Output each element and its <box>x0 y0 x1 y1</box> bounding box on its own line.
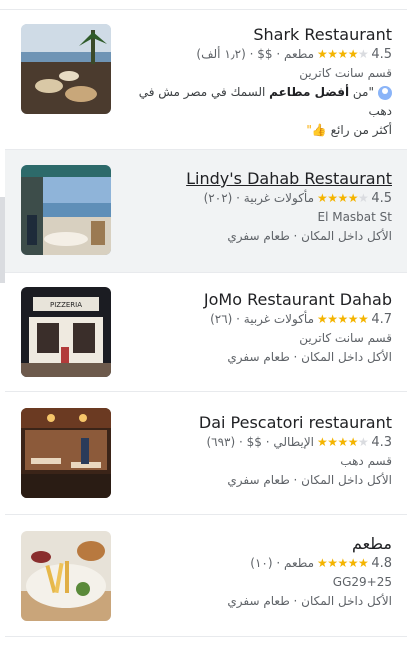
restaurant-meta: مطعم · $$ · (١٫٢ ألف) <box>196 47 315 61</box>
restaurant-area: قسم سانت كاترين <box>299 66 392 80</box>
restaurant-name[interactable]: JoMo Restaurant Dahab <box>117 289 392 310</box>
restaurant-meta: مطعم · (١٠) <box>250 556 315 570</box>
rating-value: 4.7 <box>371 312 392 327</box>
service-options: الأكل داخل المكان · طعام سفري <box>227 229 392 243</box>
service-options: الأكل داخل المكان · طعام سفري <box>227 594 392 608</box>
restaurant-meta: الإيطالي · $$ · (٦٩٣) <box>206 435 315 449</box>
restaurant-name[interactable]: Lindy's Dahab Restaurant <box>117 168 392 189</box>
restaurant-name[interactable]: مطعم <box>117 533 392 554</box>
star-rating-icon: ★★★★★ <box>317 435 369 449</box>
rating-value: 4.5 <box>371 191 392 206</box>
restaurant-photo[interactable] <box>21 408 111 498</box>
svg-text:PIZZERIA: PIZZERIA <box>50 301 82 309</box>
thumbs-up-icon: 👍" <box>306 123 327 137</box>
plus-code: GG29+25 <box>332 575 392 589</box>
user-avatar-icon <box>378 85 392 100</box>
rating-value: 4.5 <box>371 47 392 62</box>
star-rating-icon: ★★★★★ <box>317 47 369 61</box>
service-options: الأكل داخل المكان · طعام سفري <box>227 350 392 364</box>
restaurant-photo[interactable]: PIZZERIA <box>21 287 111 377</box>
result-card-dai-pescatori[interactable]: Dai Pescatori restaurant 4.3 ★★★★ ★ الإيط… <box>5 392 407 515</box>
restaurant-area: قسم دهب <box>340 454 392 468</box>
result-card-restaurant[interactable]: مطعم 4.8 ★★★★★ مطعم · (١٠) GG29+25 الأكل… <box>5 515 407 637</box>
restaurant-name[interactable]: Shark Restaurant <box>117 24 392 45</box>
restaurant-photo[interactable] <box>21 165 111 255</box>
star-rating-icon: ★★★★★ <box>317 191 369 205</box>
restaurant-photo[interactable] <box>21 24 111 114</box>
star-rating-icon: ★★★★★ <box>317 312 369 326</box>
service-options: الأكل داخل المكان · طعام سفري <box>227 473 392 487</box>
restaurant-meta: مأكولات غربية · (٢٠٢) <box>203 191 315 205</box>
rating-value: 4.3 <box>371 435 392 450</box>
result-card-shark[interactable]: Shark Restaurant 4.5 ★★★★ ★ مطعم · $$ · (… <box>5 10 407 150</box>
restaurant-photo[interactable] <box>21 531 111 621</box>
restaurant-area: قسم سانت كاترين <box>299 331 392 345</box>
restaurant-address: El Masbat St <box>317 210 392 224</box>
rating-value: 4.8 <box>371 556 392 571</box>
result-card-jomo[interactable]: PIZZERIA JoMo Restaurant Dahab 4.7 ★★★★★… <box>5 273 407 392</box>
restaurant-name[interactable]: Dai Pescatori restaurant <box>117 412 392 433</box>
restaurant-meta: مأكولات غربية · (٢٦) <box>210 312 315 326</box>
result-card-lindys[interactable]: Lindy's Dahab Restaurant 4.5 ★★★★ ★ مأكول… <box>5 150 407 273</box>
review-snippet: "من أفضل مطاعم السمك في مصر مش في دهب أك… <box>117 83 392 140</box>
star-rating-icon: ★★★★★ <box>317 556 369 570</box>
